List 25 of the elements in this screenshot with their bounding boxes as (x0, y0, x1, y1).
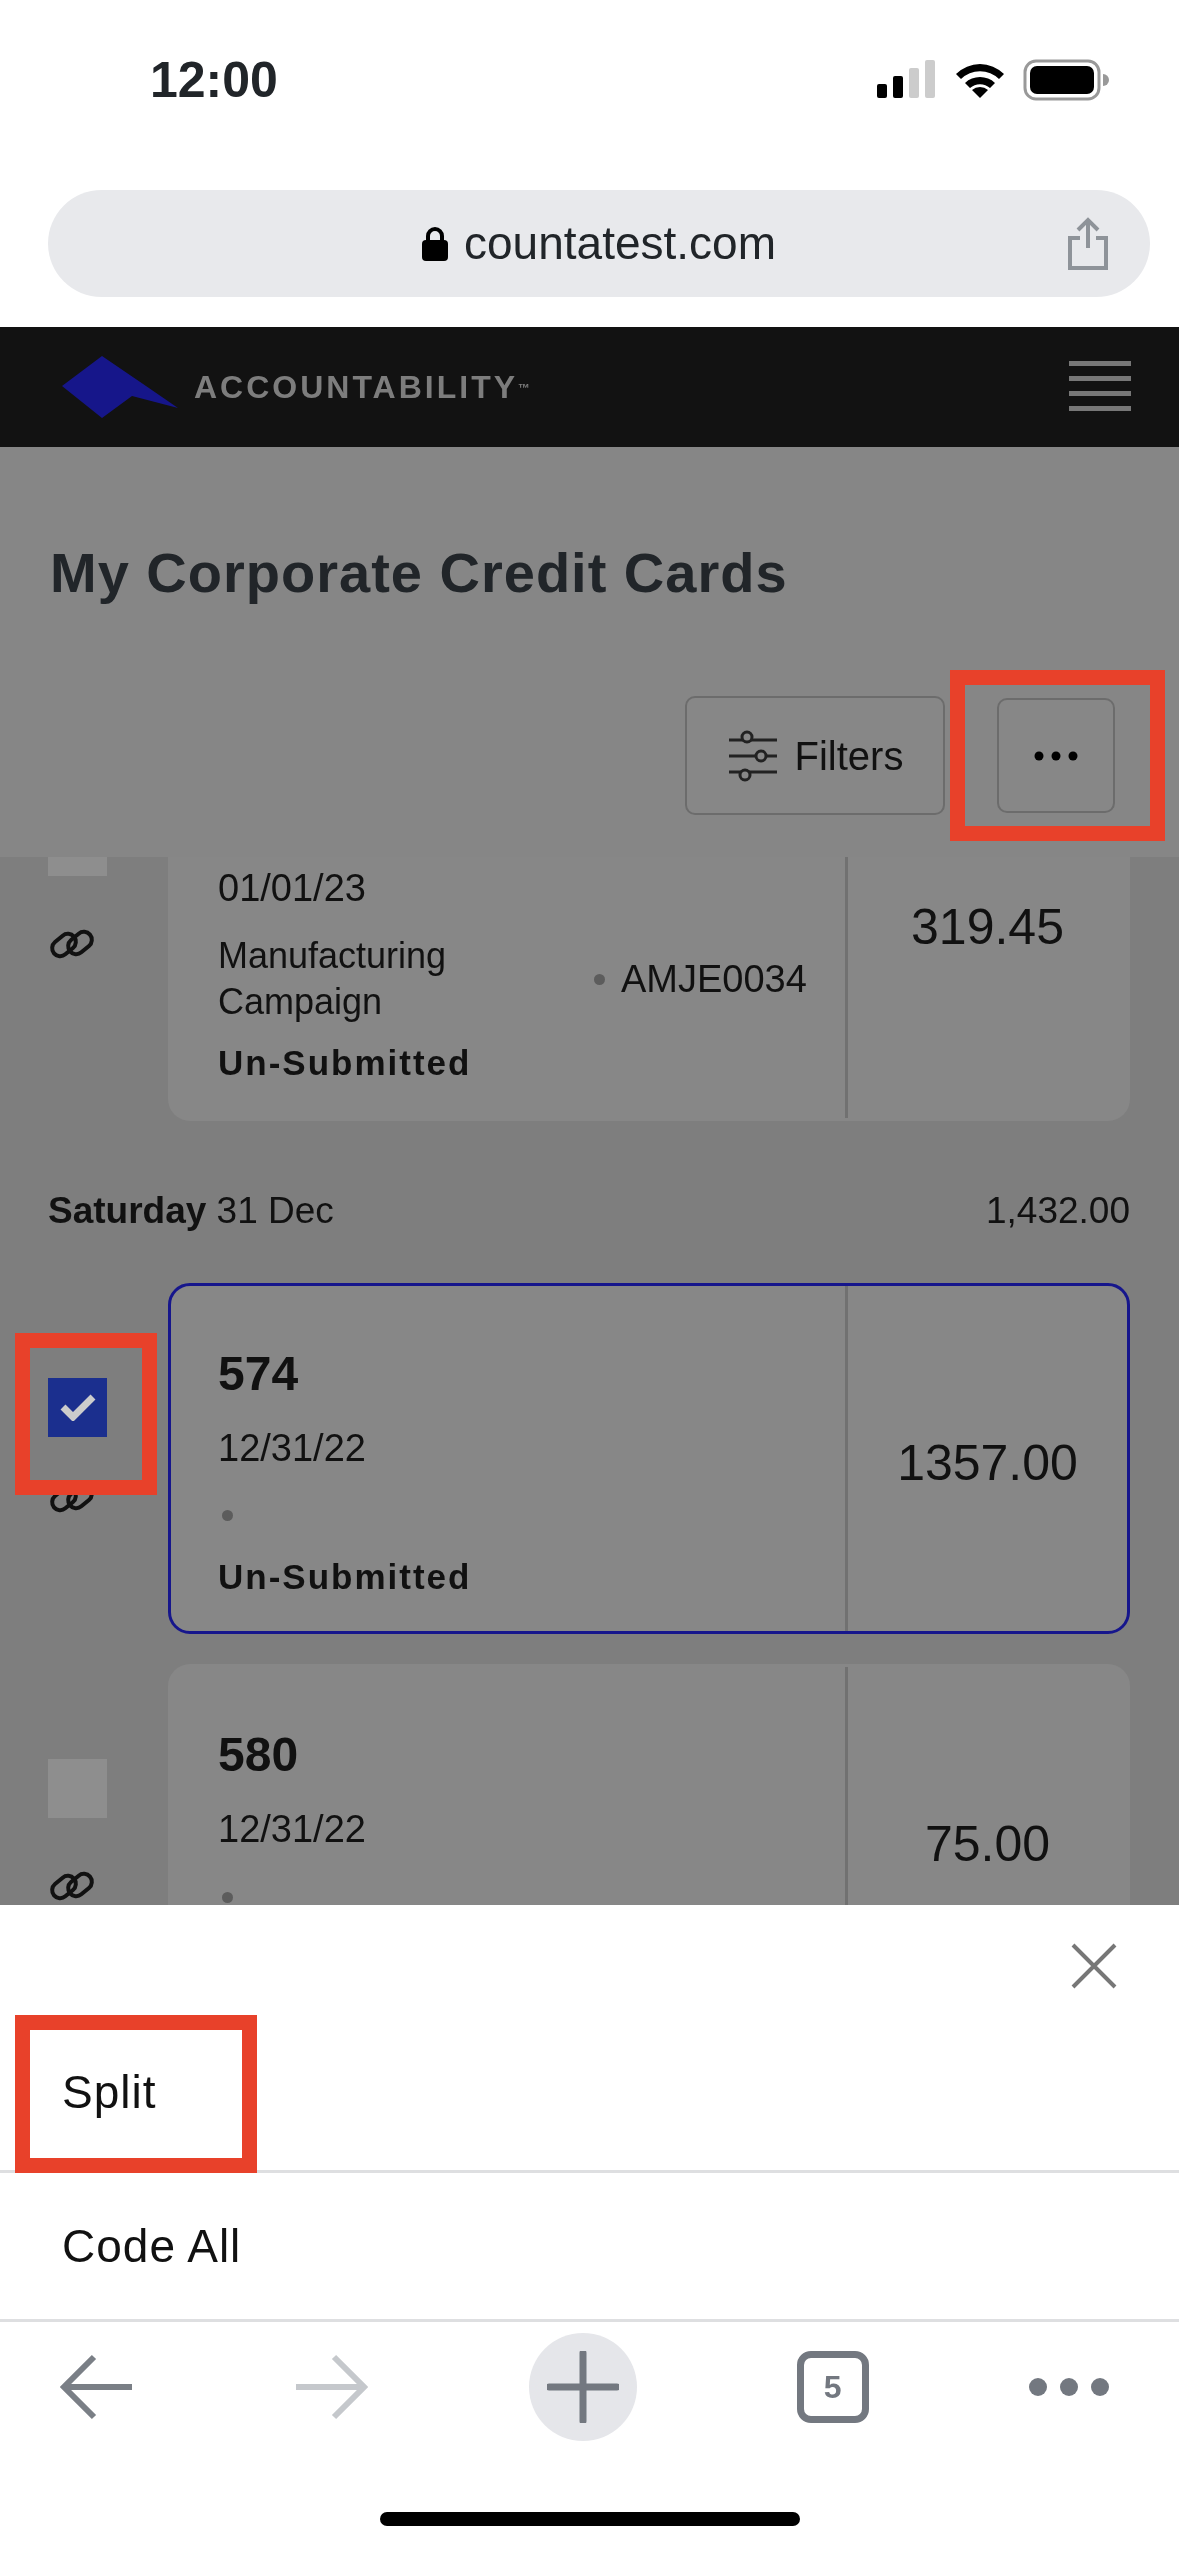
filters-button[interactable]: Filters (685, 696, 945, 816)
status-text: Un-Submitted (218, 1042, 473, 1084)
status-time: 12:00 (150, 50, 278, 110)
brand-name: ACCOUNTABILITY$^{™}$ (194, 368, 531, 407)
transaction-date: 01/01/23 (218, 866, 367, 911)
transaction-card[interactable]: 574 12/31/22 Un-Submitted 1357.00 (168, 1282, 1130, 1634)
amount-text: 1357.00 (897, 1434, 1078, 1491)
url-text: countatest.com (464, 216, 776, 271)
amount-text: 75.00 (924, 1816, 1051, 1872)
transaction-card[interactable]: 580 12/31/22 75.00 (168, 1664, 1130, 1905)
transaction-card[interactable]: 01/01/23 Manufacturing Campaign AMJE0034 Un-Submitted 319.45 (168, 857, 1130, 1121)
transaction-date: 12/31/22 (218, 1807, 367, 1852)
day-total: 1,432.00 (985, 1188, 1130, 1233)
amount-text: 319.45 (911, 899, 1064, 955)
transaction-number: 574 (218, 1345, 300, 1402)
menu-item[interactable]: Split (0, 2015, 1179, 2173)
transaction-date: 12/31/22 (218, 1425, 367, 1471)
status-text: Un-Submitted (218, 1555, 473, 1598)
description-text: Manufacturing Campaign (218, 934, 448, 1024)
transaction-number: 580 (218, 1727, 300, 1783)
page-title: My Corporate Credit Cards (50, 540, 789, 606)
day-heading: Saturday 31 Dec (48, 1188, 334, 1233)
url-bar[interactable]: countatest.com (48, 190, 1150, 297)
tabs-button[interactable]: 5 (796, 2351, 869, 2423)
code-text: AMJE0034 (621, 956, 807, 1002)
